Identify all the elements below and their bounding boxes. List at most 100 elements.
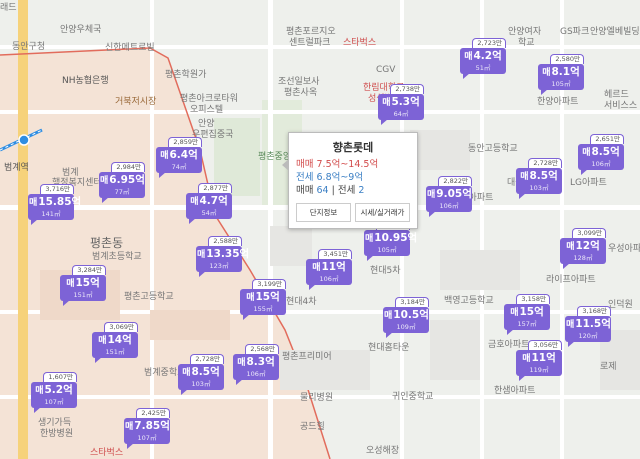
- marker-tail: [34, 407, 41, 413]
- price-per-pyeong: 2,738만: [390, 84, 424, 94]
- marker-price-line: 매15.85억: [29, 196, 81, 210]
- marker-tail: [367, 255, 374, 261]
- marker-body: 매8.5억 106㎡: [578, 144, 624, 175]
- price-per-pyeong: 1,607만: [43, 372, 77, 382]
- count-separator: |: [331, 185, 335, 196]
- popup-sale-range: 매매 7.5억~14.5억: [296, 159, 379, 170]
- sale-type: 매: [522, 354, 531, 364]
- marker-price: 5.2억: [44, 384, 73, 396]
- marker-area: 155㎡: [253, 305, 273, 313]
- map-label: 현대4차: [286, 297, 317, 307]
- map-label: 서비스스: [604, 101, 638, 111]
- map-label: 공드힐: [300, 422, 325, 432]
- price-marker[interactable]: 2,580만 매8.1억 105㎡: [538, 54, 584, 95]
- price-marker[interactable]: 3,069만 매14억 151㎡: [92, 322, 138, 363]
- map-label: 오피스텔: [190, 105, 224, 115]
- price-marker[interactable]: 2,738만 매5.3억 64㎡: [378, 84, 424, 125]
- price-marker[interactable]: 2,425만 매7.85억 107㎡: [124, 408, 170, 449]
- marker-body: 매4.2억 51㎡: [460, 48, 506, 79]
- price-marker[interactable]: 2,877만 매4.7억 54㎡: [186, 183, 232, 224]
- sale-type: 매: [197, 250, 206, 260]
- marker-body: 매12억 128㎡: [560, 238, 606, 269]
- price-transactions-button[interactable]: 시세/실거래가: [355, 203, 410, 222]
- marker-body: 매8.5억 103㎡: [516, 168, 562, 199]
- marker-price: 13.35억: [206, 248, 250, 260]
- marker-area: 120㎡: [578, 332, 598, 340]
- marker-price: 4.7억: [199, 195, 228, 207]
- jeonse-count-label: 전세: [337, 185, 356, 196]
- map-label: 조선일보사: [278, 77, 320, 87]
- marker-body: 매11억 106㎡: [306, 259, 352, 290]
- map-label: 센트럴파크: [289, 38, 331, 48]
- price-marker[interactable]: 3,056만 매11억 119㎡: [516, 340, 562, 381]
- sale-type: 매: [246, 293, 255, 303]
- marker-tail: [519, 193, 526, 199]
- map-label: 물리병원: [300, 393, 334, 403]
- marker-area: 106㎡: [319, 275, 339, 283]
- marker-area: 157㎡: [517, 320, 537, 328]
- marker-price: 10.95억: [374, 232, 418, 244]
- jeonse-count: 2: [358, 185, 365, 196]
- map-label: 래드: [0, 3, 17, 13]
- price-marker[interactable]: 3,168만 매11.5억 120㎡: [565, 306, 611, 347]
- price-marker[interactable]: 2,728만 매8.5억 103㎡: [178, 354, 224, 395]
- price-marker[interactable]: 2,723만 매4.2억 51㎡: [460, 38, 506, 79]
- marker-price-line: 매15억: [61, 277, 105, 291]
- price-per-pyeong: 2,425만: [136, 408, 170, 418]
- price-per-pyeong: 2,859만: [168, 137, 202, 147]
- marker-body: 매14억 151㎡: [92, 332, 138, 363]
- price-marker[interactable]: 3,716만 매15.85억 141㎡: [28, 184, 81, 225]
- sale-type: 매: [510, 308, 519, 318]
- price-per-pyeong: 3,451만: [318, 249, 352, 259]
- map-label: 안양우체국: [60, 25, 102, 35]
- marker-price-line: 매5.2억: [32, 384, 76, 398]
- price-marker[interactable]: 2,822만 매9.05억 106㎡: [426, 176, 472, 217]
- marker-price: 11.5억: [575, 318, 611, 330]
- price-marker[interactable]: 3,099만 매12억 128㎡: [560, 228, 606, 269]
- marker-price-line: 매11억: [517, 352, 561, 366]
- price-marker[interactable]: 2,651만 매8.5억 106㎡: [578, 134, 624, 175]
- price-marker[interactable]: 2,588만 매13.35억 123㎡: [196, 236, 249, 277]
- marker-price: 7.85억: [134, 420, 170, 432]
- marker-area: 119㎡: [529, 366, 549, 374]
- price-marker[interactable]: 2,984만 매6.95억 77㎡: [99, 162, 145, 203]
- map-canvas[interactable]: 래드 안양우체국 동안구청 신한메트로빌 NH농협은행 거북저시장 평촌학원가 평촌아크로타워…: [0, 0, 640, 459]
- price-marker[interactable]: 3,284만 매15억 151㎡: [60, 265, 106, 306]
- price-marker[interactable]: 2,728만 매8.5억 103㎡: [516, 158, 562, 199]
- price-marker[interactable]: 2,859만 매6.4억 74㎡: [156, 137, 202, 178]
- marker-area: 151㎡: [73, 291, 93, 299]
- marker-price: 8.5억: [191, 366, 220, 378]
- price-marker[interactable]: 3,199만 매15억 155㎡: [240, 279, 286, 320]
- sale-count: 64: [316, 185, 329, 196]
- marker-body: 매6.95억 77㎡: [99, 172, 145, 203]
- price-marker[interactable]: 2,568만 매8.3억 106㎡: [233, 344, 279, 385]
- marker-tail: [386, 332, 393, 338]
- sale-type: 매: [29, 198, 38, 208]
- marker-body: 매8.3억 106㎡: [233, 354, 279, 385]
- marker-price: 15억: [255, 291, 280, 303]
- price-per-pyeong: 2,822만: [438, 176, 472, 186]
- marker-tail: [507, 329, 514, 335]
- marker-area: 109㎡: [396, 323, 416, 331]
- sale-type: 매: [566, 320, 575, 330]
- complex-info-button[interactable]: 단지정보: [296, 203, 351, 222]
- map-label: 동안고등학교: [468, 144, 518, 154]
- sale-type: 매: [237, 358, 246, 368]
- price-marker[interactable]: 3,451만 매11억 106㎡: [306, 249, 352, 290]
- marker-tail: [381, 119, 388, 125]
- price-marker[interactable]: 1,607만 매5.2억 107㎡: [31, 372, 77, 413]
- map-label: 한방병원: [40, 429, 74, 439]
- marker-price: 15.85억: [38, 196, 82, 208]
- map-label: 범계역: [4, 163, 29, 173]
- price-per-pyeong: 2,568만: [245, 344, 279, 354]
- price-marker[interactable]: 3,184만 매10.5억 109㎡: [383, 297, 429, 338]
- marker-price-line: 매8.3억: [234, 356, 278, 370]
- price-per-pyeong: 2,723만: [472, 38, 506, 48]
- marker-body: 매15.85억 141㎡: [28, 194, 81, 225]
- marker-price-line: 매12억: [561, 240, 605, 254]
- sale-type: 매: [542, 68, 551, 78]
- map-label: 평촌포르지오: [286, 27, 336, 37]
- marker-tail: [429, 211, 436, 217]
- marker-price-line: 매4.2억: [461, 50, 505, 64]
- price-marker[interactable]: 3,158만 매15억 157㎡: [504, 294, 550, 335]
